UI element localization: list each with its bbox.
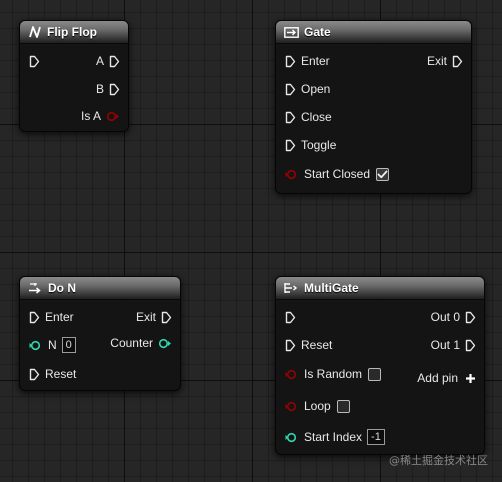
node-title: Do N <box>48 281 76 295</box>
exec-pin-icon[interactable] <box>109 55 120 68</box>
multigate-loop-pin-row[interactable]: Loop <box>285 397 350 415</box>
pin-label-reset: Reset <box>301 338 333 352</box>
pin-label-out0: Out 0 <box>430 310 460 324</box>
plus-icon[interactable] <box>465 373 476 384</box>
node-title: Gate <box>304 25 331 39</box>
multigate-out1-pin-row[interactable]: Out 1 <box>431 336 476 354</box>
pin-label-reset: Reset <box>45 367 77 381</box>
gate-node[interactable]: Gate Enter Exit Open Close Toggle Start … <box>275 20 472 194</box>
exec-pin-icon[interactable] <box>285 339 296 352</box>
exec-pin-icon[interactable] <box>161 311 172 324</box>
flip-flop-icon <box>28 26 42 38</box>
checkmark-icon <box>377 170 388 178</box>
pin-label-toggle: Toggle <box>301 138 337 152</box>
start-index-value-input[interactable]: -1 <box>367 429 385 445</box>
exec-pin-icon[interactable] <box>285 139 296 152</box>
do-n-exit-pin-row[interactable]: Exit <box>136 308 172 326</box>
watermark: @稀土掘金技术社区 <box>389 454 488 467</box>
multigate-out0-pin-row[interactable]: Out 0 <box>431 308 476 326</box>
pin-label-b: B <box>95 82 104 96</box>
do-n-icon <box>28 282 43 294</box>
exec-pin-icon[interactable] <box>452 55 463 68</box>
is-random-checkbox[interactable] <box>368 367 382 381</box>
exec-pin-icon[interactable] <box>285 311 296 324</box>
loop-checkbox[interactable] <box>336 399 350 413</box>
gate-header[interactable]: Gate <box>276 21 471 44</box>
exec-pin-icon[interactable] <box>29 55 40 68</box>
gate-exit-pin-row[interactable]: Exit <box>427 52 463 70</box>
n-value-input[interactable]: 0 <box>61 337 76 353</box>
exec-pin-icon[interactable] <box>465 311 476 324</box>
do-n-header[interactable]: Do N <box>20 277 180 300</box>
node-title: Flip Flop <box>47 25 97 39</box>
do-n-enter-pin-row[interactable]: Enter <box>29 308 74 326</box>
flip-flop-b-pin-row[interactable]: B <box>96 80 120 98</box>
node-title: MultiGate <box>304 281 359 295</box>
gate-toggle-pin-row[interactable]: Toggle <box>285 136 336 154</box>
flip-flop-node[interactable]: Flip Flop A B Is A <box>19 20 129 132</box>
pin-label-exit: Exit <box>426 54 447 68</box>
multigate-start-index-pin-row[interactable]: Start Index -1 <box>285 428 385 446</box>
pin-label-is-a: Is A <box>80 109 101 123</box>
pin-label-open: Open <box>301 82 331 96</box>
pin-label-n: N <box>48 338 57 352</box>
bool-pin-icon[interactable] <box>285 169 299 180</box>
pin-label-out1: Out 1 <box>430 338 460 352</box>
flip-flop-header[interactable]: Flip Flop <box>20 21 128 44</box>
pin-label-loop: Loop <box>304 399 331 413</box>
start-closed-checkbox[interactable] <box>376 167 390 181</box>
multigate-icon <box>284 282 299 294</box>
gate-close-pin-row[interactable]: Close <box>285 108 332 126</box>
multigate-reset-pin-row[interactable]: Reset <box>285 336 332 354</box>
flip-flop-is-a-pin-row[interactable]: Is A <box>81 107 120 125</box>
int-pin-icon[interactable] <box>29 340 43 351</box>
do-n-n-pin-row[interactable]: N 0 <box>29 336 76 354</box>
multigate-exec-in-pin-row[interactable] <box>285 308 301 326</box>
exec-pin-icon[interactable] <box>285 83 296 96</box>
int-pin-icon[interactable] <box>158 338 172 349</box>
multigate-is-random-pin-row[interactable]: Is Random <box>285 365 382 383</box>
pin-label-start-index: Start Index <box>304 430 363 444</box>
gate-enter-pin-row[interactable]: Enter <box>285 52 330 70</box>
pin-label-counter: Counter <box>110 336 153 350</box>
pin-label-enter: Enter <box>45 310 74 324</box>
pin-label-is-random: Is Random <box>304 367 363 381</box>
bool-pin-icon[interactable] <box>285 369 299 380</box>
gate-open-pin-row[interactable]: Open <box>285 80 330 98</box>
do-n-counter-pin-row[interactable]: Counter <box>110 334 172 352</box>
flip-flop-a-pin-row[interactable]: A <box>96 52 120 70</box>
multigate-node[interactable]: MultiGate Out 0 Reset Out 1 Is Random Ad… <box>275 276 485 455</box>
bool-pin-icon[interactable] <box>106 111 120 122</box>
multigate-add-pin-row[interactable]: Add pin <box>417 369 476 387</box>
do-n-node[interactable]: Do N Enter Exit N 0 Counter Reset <box>19 276 181 391</box>
flip-flop-exec-in-pin-row[interactable] <box>29 52 45 70</box>
multigate-header[interactable]: MultiGate <box>276 277 484 300</box>
gate-start-closed-pin-row[interactable]: Start Closed <box>285 165 390 183</box>
gate-icon <box>284 26 299 38</box>
pin-label-exit: Exit <box>135 310 156 324</box>
exec-pin-icon[interactable] <box>29 368 40 381</box>
exec-pin-icon[interactable] <box>109 83 120 96</box>
add-pin-label: Add pin <box>417 371 458 385</box>
do-n-reset-pin-row[interactable]: Reset <box>29 365 76 383</box>
exec-pin-icon[interactable] <box>285 55 296 68</box>
pin-label-enter: Enter <box>301 54 330 68</box>
int-pin-icon[interactable] <box>285 432 299 443</box>
exec-pin-icon[interactable] <box>465 339 476 352</box>
exec-pin-icon[interactable] <box>285 111 296 124</box>
pin-label-close: Close <box>301 110 332 124</box>
bool-pin-icon[interactable] <box>285 401 299 412</box>
pin-label-a: A <box>95 54 104 68</box>
pin-label-start-closed: Start Closed <box>304 167 371 181</box>
exec-pin-icon[interactable] <box>29 311 40 324</box>
